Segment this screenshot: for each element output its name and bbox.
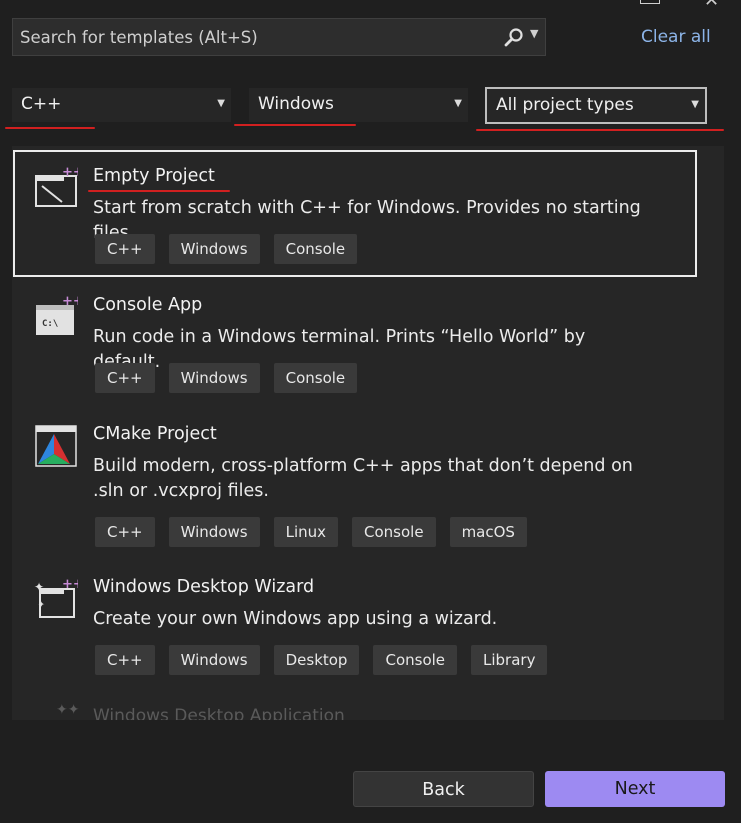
template-title: Console App [93,295,203,315]
chevron-down-icon[interactable]: ▼ [530,27,538,40]
tag: Windows [168,234,260,264]
template-title: Empty Project [93,166,215,186]
svg-text:✦: ✦ [34,580,44,594]
language-filter[interactable]: C++ ▼ [12,88,231,122]
template-search-box[interactable]: Search for templates (Alt+S) ▼ [12,18,546,56]
template-item-cmake-project[interactable]: CMake Project Build modern, cross-platfo… [12,404,724,559]
search-placeholder: Search for templates (Alt+S) [20,28,258,47]
search-icon[interactable] [503,26,525,48]
tag: C++ [95,363,155,393]
svg-text:✦: ✦ [38,600,45,609]
tag: Console [273,363,358,393]
next-button[interactable]: Next [545,771,725,807]
language-filter-value: C++ [21,94,62,114]
tag: C++ [95,645,155,675]
annotation-underline [88,190,230,192]
chevron-down-icon: ▼ [691,99,699,110]
tag: macOS [449,517,527,547]
cmake-icon [35,425,77,467]
tag: Windows [168,517,260,547]
svg-text:++: ++ [62,295,78,309]
svg-text:C:\: C:\ [42,319,58,329]
annotation-underline [476,129,724,131]
empty-project-icon: ++ [35,166,78,207]
chevron-down-icon: ▼ [217,98,225,109]
tag: Console [273,234,358,264]
close-icon[interactable]: ✕ [704,0,724,10]
annotation-underline [234,124,356,126]
tag: Windows [168,363,260,393]
clear-all-link[interactable]: Clear all [641,27,711,47]
tag: C++ [95,517,155,547]
project-type-filter[interactable]: All project types ▼ [485,87,707,124]
tag: Windows [168,645,260,675]
maximize-icon[interactable] [640,0,660,4]
template-tags: C++ Windows Desktop Console Library [95,645,548,675]
annotation-underline [5,127,95,129]
template-item-empty-project[interactable]: ++ Empty Project Start from scratch with… [12,146,724,277]
template-tags: C++ Windows Linux Console macOS [95,517,527,547]
template-tags: C++ Windows Console [95,363,358,393]
template-description: Build modern, cross-platform C++ apps th… [93,456,633,501]
template-title: Windows Desktop Wizard [93,577,315,597]
tag: Library [471,645,548,675]
chevron-down-icon: ▼ [454,98,462,109]
svg-text:++: ++ [62,166,78,180]
tag: Linux [273,517,339,547]
platform-filter[interactable]: Windows ▼ [249,88,468,122]
windows-app-icon: ✦✦ [56,702,80,718]
platform-filter-value: Windows [258,94,334,114]
template-list[interactable]: ++ Empty Project Start from scratch with… [12,146,724,720]
tag: C++ [95,234,155,264]
template-item-windows-desktop-wizard[interactable]: ✦ ✦ ++ Windows Desktop Wizard Create you… [12,557,724,687]
svg-text:++: ++ [62,577,78,592]
tag: Console [352,517,436,547]
tag: Desktop [273,645,360,675]
template-tags: C++ Windows Console [95,234,358,264]
wizard-icon: ✦ ✦ ++ [34,577,78,618]
template-title: CMake Project [93,424,217,444]
template-title-partial[interactable]: Windows Desktop Application [93,706,345,720]
template-description: Create your own Windows app using a wiza… [93,609,498,629]
project-type-filter-value: All project types [496,95,634,115]
console-app-icon: C:\ ++ [36,295,78,335]
template-item-console-app[interactable]: C:\ ++ Console App Run code in a Windows… [12,275,724,405]
back-button[interactable]: Back [353,771,534,807]
tag: Console [373,645,458,675]
